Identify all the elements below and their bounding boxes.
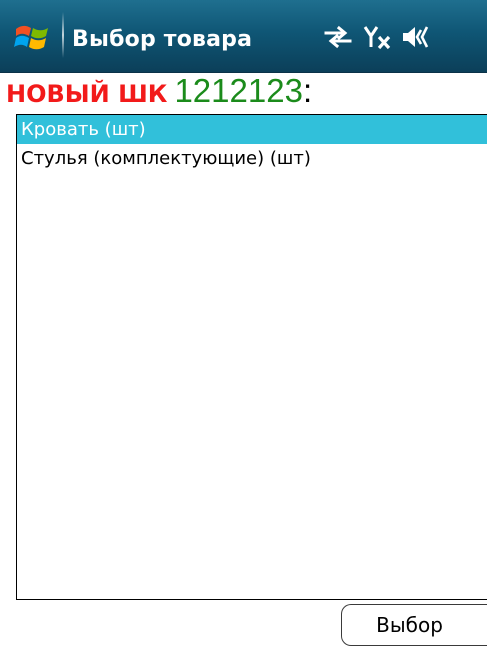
- title-separator: [62, 12, 64, 58]
- start-windows-icon[interactable]: [14, 20, 52, 54]
- title-bar: Выбор товара: [0, 0, 487, 73]
- barcode-value: 1212123: [174, 72, 303, 109]
- signal-off-icon[interactable]: [362, 22, 396, 52]
- list-item[interactable]: Кровать (шт): [17, 115, 487, 144]
- select-button[interactable]: Выбор: [341, 604, 487, 646]
- new-barcode-label: НОВЫЙ ШК: [6, 80, 168, 108]
- list-item[interactable]: Стулья (комплектующие) (шт): [17, 144, 487, 173]
- speaker-icon[interactable]: [400, 22, 434, 52]
- screen: Выбор товара НОВЫЙ ШК 1212123: Кровать (…: [0, 0, 487, 653]
- barcode-heading: НОВЫЙ ШК 1212123:: [6, 72, 312, 114]
- window-title: Выбор товара: [72, 27, 253, 52]
- product-list[interactable]: Кровать (шт) Стулья (комплектующие) (шт): [16, 114, 487, 600]
- barcode-colon: :: [302, 72, 313, 109]
- connectivity-arrows-icon[interactable]: [322, 22, 356, 52]
